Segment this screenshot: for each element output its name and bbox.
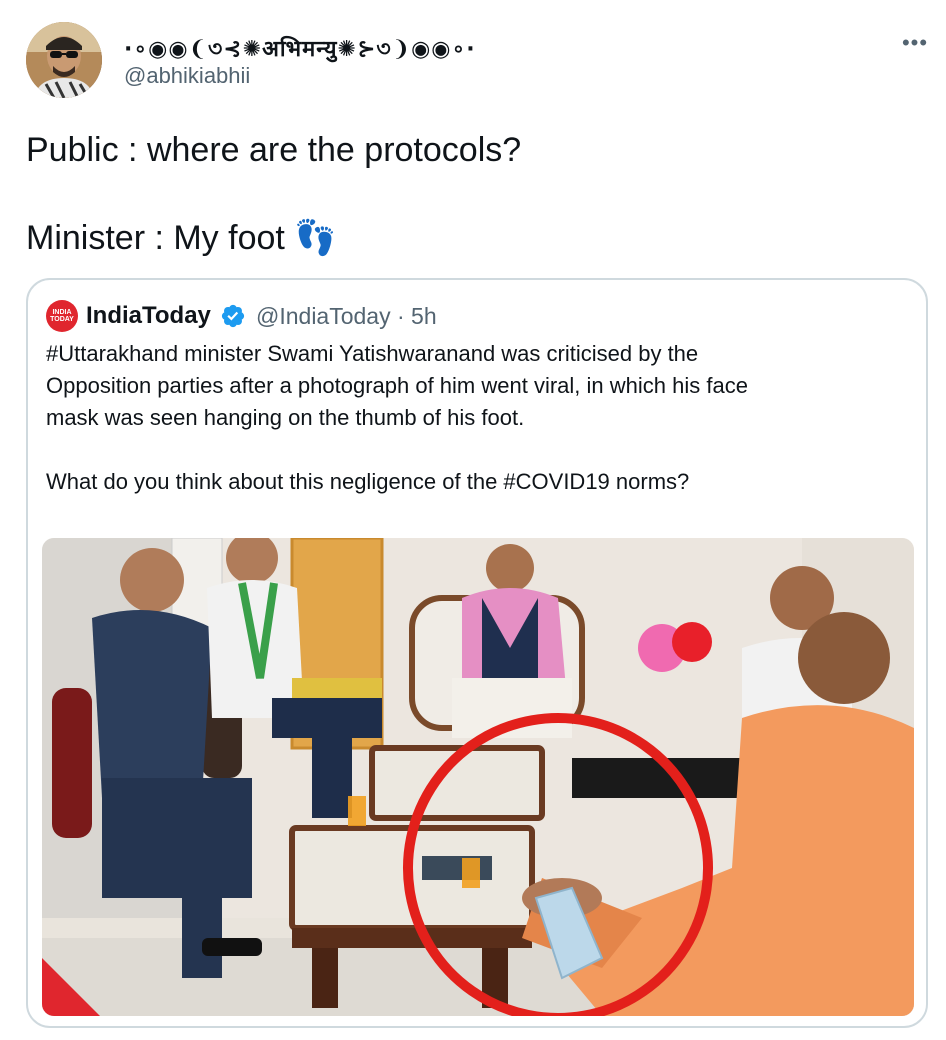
tweet-line: Minister : My foot 👣 xyxy=(26,219,337,257)
quoted-text-line: Opposition parties after a photograph of… xyxy=(46,373,748,398)
author-handle[interactable]: @abhikiabhii xyxy=(124,63,250,89)
more-options-button[interactable]: ••• xyxy=(898,30,932,56)
tweet-line: Public : where are the protocols? xyxy=(26,131,522,169)
author-avatar[interactable] xyxy=(26,22,102,98)
quoted-tweet[interactable]: INDIA TODAY IndiaToday @IndiaToday · 5h … xyxy=(26,278,928,1028)
quoted-text-line: mask was seen hanging on the thumb of hi… xyxy=(46,405,525,430)
logo-text: INDIA xyxy=(52,309,72,316)
quoted-text-line: What do you think about this negligence … xyxy=(46,469,690,494)
tweet-text: Public : where are the protocols? Minist… xyxy=(26,128,906,260)
avatar-photo-icon xyxy=(26,22,102,98)
logo-text: TODAY xyxy=(50,316,74,323)
tweet-line-spacer xyxy=(26,172,906,216)
tweet-card: ·∘◉◉❨৩⊰✺अभिमन्यु✺⊱৩❩◉◉∘· @abhikiabhii ••… xyxy=(0,0,946,1040)
quoted-text: #Uttarakhand minister Swami Yatishwarana… xyxy=(46,338,906,498)
quoted-author-name[interactable]: IndiaToday xyxy=(86,302,211,330)
verified-badge-icon xyxy=(221,304,245,328)
more-icon: ••• xyxy=(901,30,929,55)
quoted-text-spacer xyxy=(46,434,906,466)
quoted-handle-time[interactable]: @IndiaToday · 5h xyxy=(256,303,437,330)
indiatoday-logo-icon: INDIA TODAY xyxy=(46,300,78,332)
quoted-text-line: #Uttarakhand minister Swami Yatishwarana… xyxy=(46,341,699,366)
quoted-photo[interactable] xyxy=(42,538,914,1016)
news-photo-icon xyxy=(42,538,914,1016)
